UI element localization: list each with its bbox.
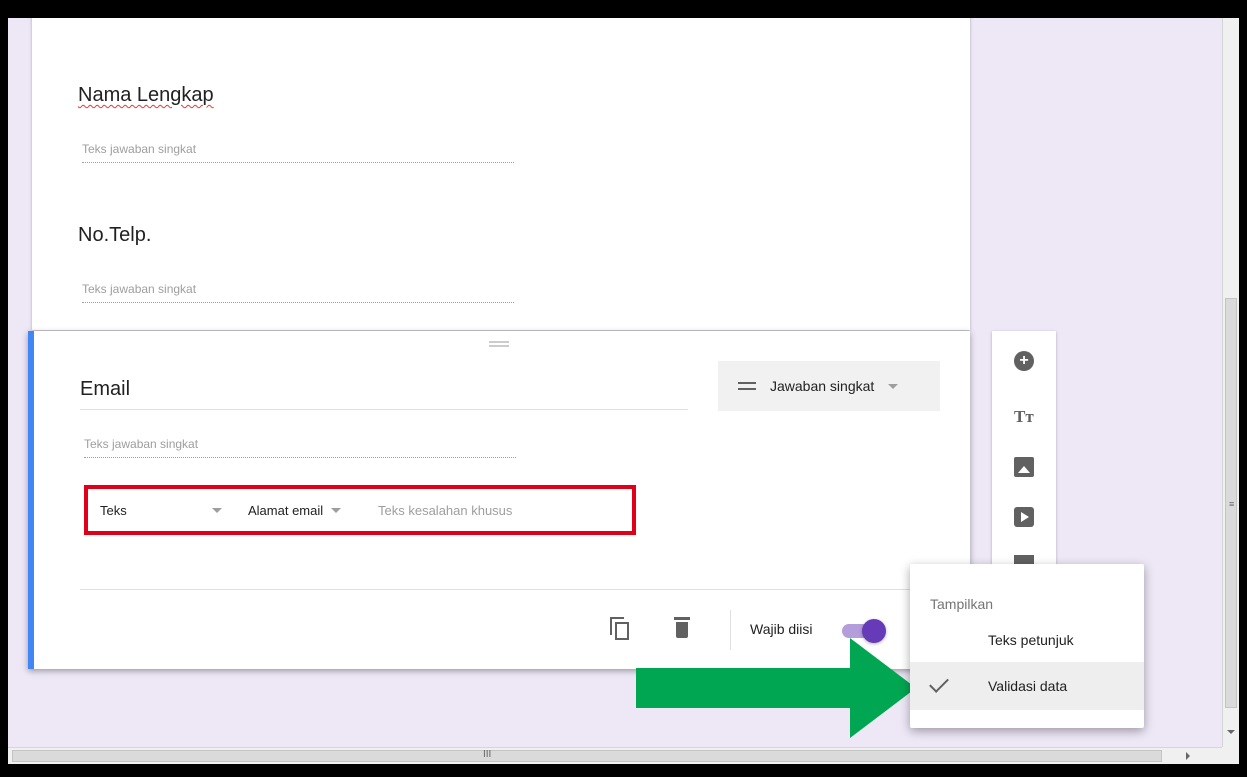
more-options-menu: Tampilkan Teks petunjuk Validasi data — [910, 564, 1144, 728]
question-title-nama[interactable]: Nama Lengkap — [78, 84, 214, 107]
floating-toolbar: + Tт — [992, 331, 1056, 571]
question-title-telp[interactable]: No.Telp. — [78, 224, 151, 247]
chevron-down-icon — [331, 507, 342, 513]
delete-icon[interactable] — [674, 617, 690, 639]
data-validation-row: Teks Alamat email Teks kesalahan khusus — [84, 485, 636, 535]
chevron-down-icon — [888, 383, 899, 389]
scrollbar-corner — [1222, 747, 1239, 764]
duplicate-icon[interactable] — [610, 617, 630, 641]
validation-type-dropdown[interactable]: Teks — [88, 503, 238, 518]
question-title-text: Nama Lengkap — [78, 84, 214, 106]
question-type-dropdown[interactable]: Jawaban singkat — [718, 361, 940, 411]
required-label: Wajib diisi — [750, 621, 813, 637]
short-answer-placeholder: Teks jawaban singkat — [82, 142, 514, 163]
vertical-scrollbar[interactable]: ≡ — [1222, 18, 1239, 747]
question-title-input[interactable]: Email — [80, 378, 688, 410]
short-answer-icon — [738, 382, 756, 390]
custom-error-input[interactable]: Teks kesalahan khusus — [368, 503, 512, 518]
validation-condition-label: Alamat email — [248, 502, 324, 518]
add-image-icon[interactable] — [1014, 457, 1034, 477]
menu-header: Tampilkan — [930, 596, 994, 612]
validation-condition-dropdown[interactable]: Alamat email — [238, 503, 368, 518]
horizontal-scrollbar[interactable]: III — [8, 747, 1222, 764]
active-question-card[interactable]: Email Jawaban singkat Teks jawaban singk… — [28, 331, 970, 669]
add-title-icon[interactable]: Tт — [1014, 407, 1034, 427]
questions-card: Nama Lengkap Teks jawaban singkat No.Tel… — [32, 18, 970, 330]
validation-type-label: Teks — [100, 502, 127, 518]
menu-item-label: Teks petunjuk — [988, 632, 1074, 648]
short-answer-placeholder: Teks jawaban singkat — [84, 437, 516, 458]
short-answer-placeholder: Teks jawaban singkat — [82, 282, 514, 303]
add-video-icon[interactable] — [1014, 507, 1034, 527]
vertical-scroll-thumb[interactable]: ≡ — [1225, 298, 1237, 708]
form-editor-viewport: Nama Lengkap Teks jawaban singkat No.Tel… — [8, 18, 1222, 747]
horizontal-scroll-thumb[interactable]: III — [12, 749, 1162, 762]
scroll-right-arrow-icon[interactable] — [1186, 752, 1190, 760]
scroll-down-arrow-icon[interactable] — [1227, 730, 1235, 734]
menu-item-hint-text[interactable]: Teks petunjuk — [910, 616, 1144, 664]
green-arrow-annotation — [636, 638, 916, 738]
menu-item-data-validation[interactable]: Validasi data — [910, 662, 1144, 710]
menu-item-label: Validasi data — [988, 678, 1068, 694]
drag-handle-icon[interactable] — [489, 341, 509, 347]
question-type-label: Jawaban singkat — [770, 378, 875, 394]
footer-divider — [80, 589, 970, 590]
check-icon — [929, 673, 949, 693]
chevron-down-icon — [212, 507, 222, 513]
add-question-icon[interactable]: + — [1014, 351, 1034, 371]
